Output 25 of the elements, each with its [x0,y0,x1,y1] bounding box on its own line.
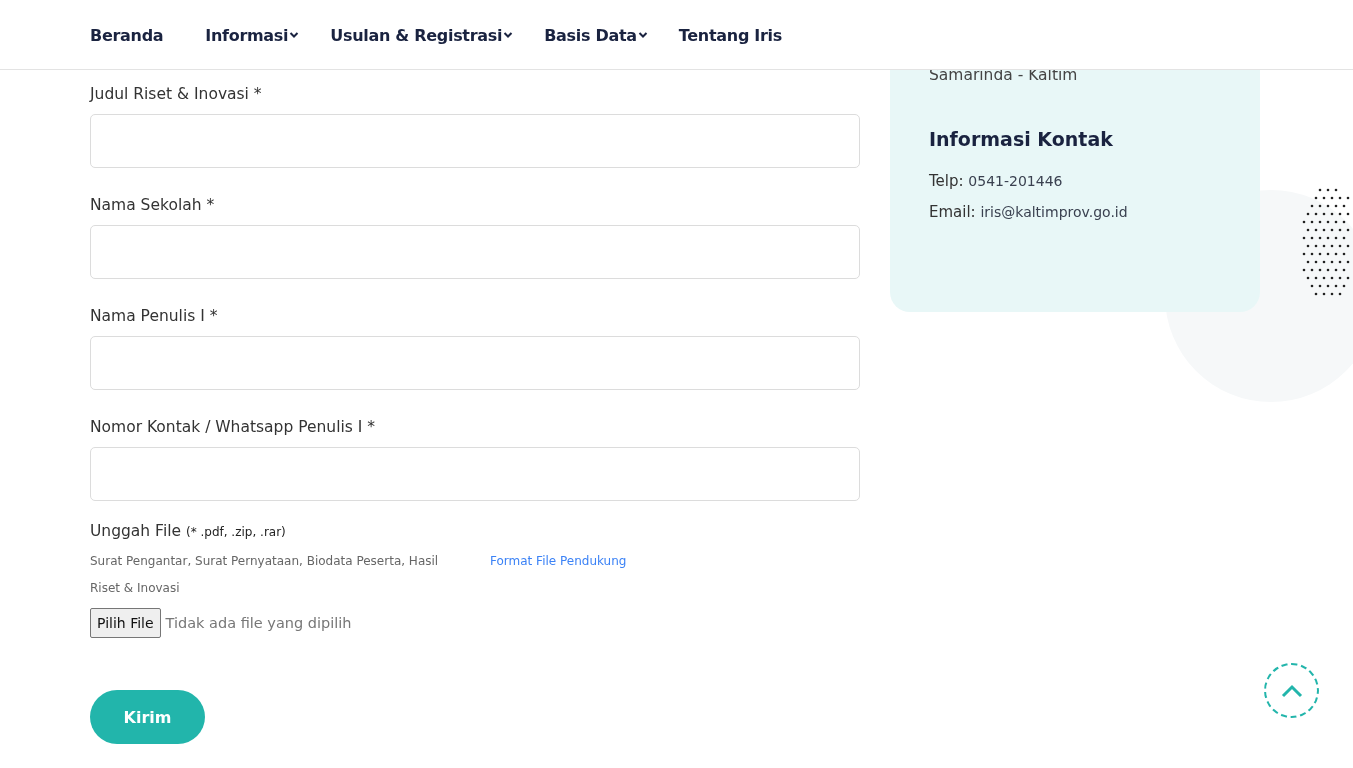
chevron-down-icon [637,31,648,39]
input-field[interactable] [90,447,860,501]
field-label: Judul Riset & Inovasi * [90,84,263,105]
chevron-down-icon [289,31,300,39]
input-field[interactable] [90,225,860,279]
contact-heading: Informasi Kontak [929,127,1114,152]
nav-link[interactable]: Beranda [90,25,164,45]
nav-link[interactable]: Basis Data [544,25,648,45]
choose-file-button[interactable]: Pilih File [90,608,161,638]
input-field[interactable] [90,336,860,390]
contact-line: Telp: 0541-201446 [929,171,1064,192]
contact-line: Email: iris@kaltimprov.go.id [929,202,1129,223]
format-file-link[interactable]: Format File Pendukung [490,548,627,575]
upload-description: Surat Pengantar, Surat Pernyataan, Biodata Peserta, Hasil Riset & Inovasi [90,553,440,597]
nav-link[interactable]: Usulan & Registrasi [330,25,514,45]
field-label: Nama Penulis I * [90,306,219,327]
input-field[interactable] [90,114,860,168]
nav-link[interactable]: Informasi [205,25,300,45]
upload-label: Unggah File (* .pdf, .zip, .rar) [90,521,287,542]
chevron-down-icon [503,31,514,39]
field-label: Nomor Kontak / Whatsapp Penulis I * [90,417,377,438]
field-label: Nama Sekolah * [90,195,216,216]
file-status-text: Tidak ada file yang dipilih [165,615,352,631]
chevron-up-icon [1280,683,1303,698]
nav-link[interactable]: Tentang Iris [678,25,782,45]
